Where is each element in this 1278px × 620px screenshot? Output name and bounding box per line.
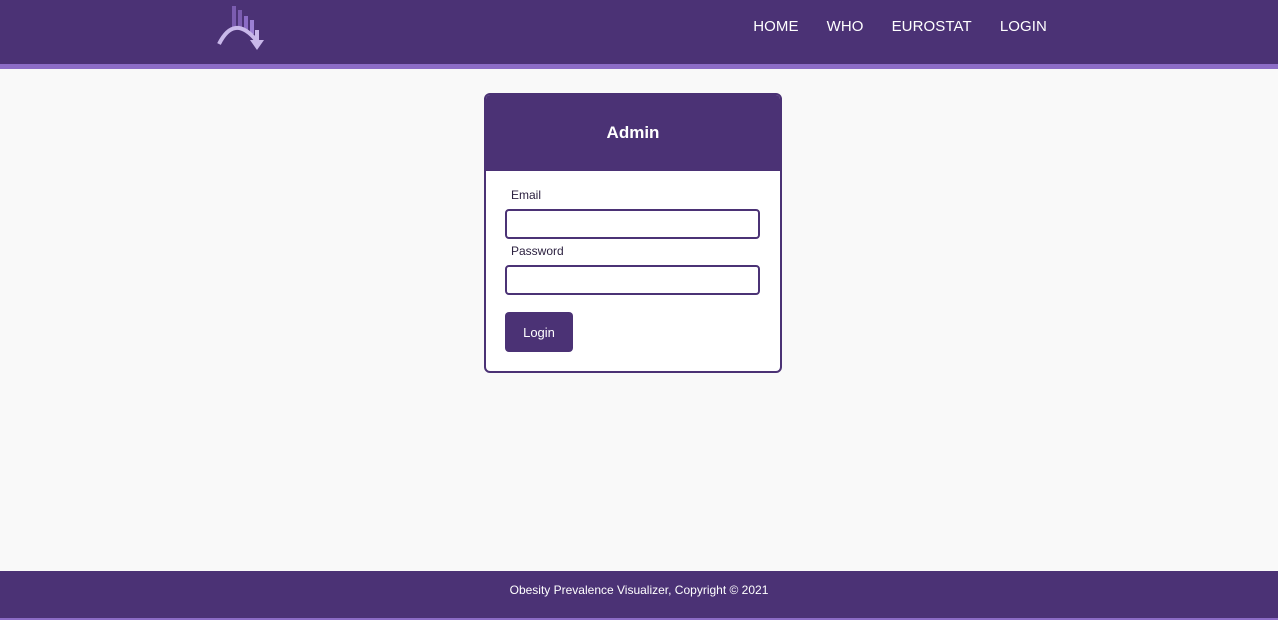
nav-login[interactable]: LOGIN (1000, 18, 1047, 35)
login-button[interactable]: Login (505, 312, 573, 352)
email-label: Email (511, 188, 542, 202)
admin-login-card: Admin Email Password Login (484, 93, 782, 373)
footer: Obesity Prevalence Visualizer, Copyright… (0, 571, 1278, 620)
nav-eurostat[interactable]: EUROSTAT (892, 18, 972, 35)
card-header: Admin (486, 95, 780, 171)
password-field[interactable] (505, 265, 760, 295)
password-label: Password (511, 244, 564, 258)
main-nav: HOME WHO EUROSTAT LOGIN (753, 0, 1047, 52)
email-field[interactable] (505, 209, 760, 239)
nav-who[interactable]: WHO (827, 18, 864, 35)
card-title: Admin (606, 123, 660, 142)
logo-icon[interactable] (216, 4, 270, 52)
footer-copyright: Obesity Prevalence Visualizer, Copyright… (509, 582, 769, 597)
nav-home[interactable]: HOME (753, 18, 798, 35)
top-navbar: HOME WHO EUROSTAT LOGIN (0, 0, 1278, 69)
